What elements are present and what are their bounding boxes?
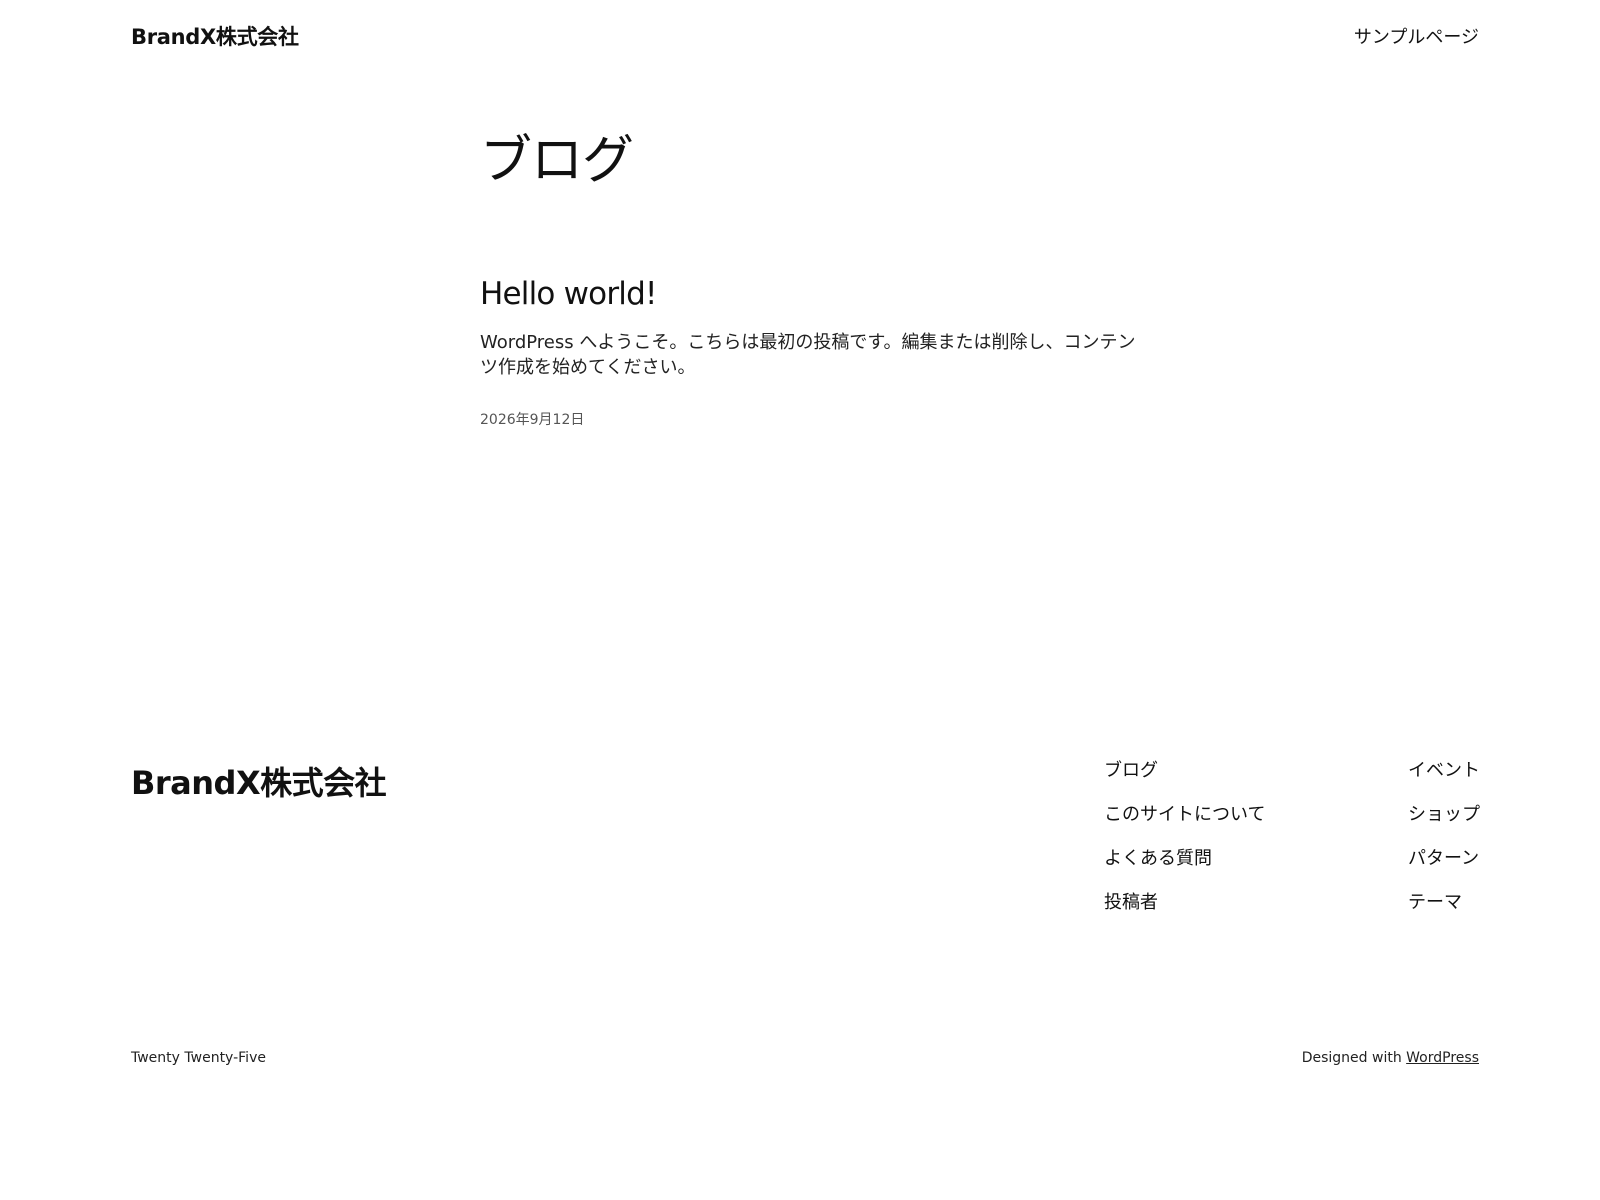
post-date: 2026年9月12日 <box>480 409 1140 429</box>
nav-item-sample-page[interactable]: サンプルページ <box>1354 27 1479 48</box>
footer-site-title-link[interactable]: BrandX株式会社 <box>131 758 387 804</box>
footer-link-themes[interactable]: テーマ <box>1408 892 1462 914</box>
footer-link-about[interactable]: このサイトについて <box>1104 804 1265 826</box>
footer-nav-column-2: イベント ショップ パターン テーマ <box>1408 760 1480 936</box>
footer-credit: Designed with WordPress <box>1302 1050 1479 1066</box>
credit-prefix: Designed with <box>1301 1050 1407 1066</box>
header-nav: サンプルページ <box>1354 23 1479 49</box>
footer-link-shop[interactable]: ショップ <box>1408 804 1480 826</box>
site-title-link[interactable]: BrandX株式会社 <box>131 21 299 51</box>
page-title: ブログ <box>480 131 634 191</box>
footer-bottom: Twenty Twenty-Five Designed with WordPre… <box>131 1050 1479 1066</box>
footer-link-authors[interactable]: 投稿者 <box>1104 892 1265 914</box>
footer-link-faq[interactable]: よくある質問 <box>1104 848 1265 870</box>
footer-nav: ブログ このサイトについて よくある質問 投稿者 イベント ショップ パターン … <box>1104 760 1480 936</box>
footer-nav-column-1: ブログ このサイトについて よくある質問 投稿者 <box>1104 760 1265 936</box>
page: BrandX株式会社 サンプルページ ブログ Hello world! Word… <box>0 0 1600 1200</box>
wordpress-credit-link[interactable]: WordPress <box>1406 1050 1479 1066</box>
footer-link-events[interactable]: イベント <box>1408 760 1480 782</box>
footer-link-blog[interactable]: ブログ <box>1104 760 1265 782</box>
post-excerpt: WordPress へようこそ。こちらは最初の投稿です。編集または削除し、コンテ… <box>480 331 1136 379</box>
main-content: ブログ Hello world! WordPress へようこそ。こちらは最初の… <box>480 130 1140 429</box>
theme-name: Twenty Twenty-Five <box>131 1050 266 1066</box>
post-date-link[interactable]: 2026年9月12日 <box>480 412 584 428</box>
post-title-link[interactable]: Hello world! <box>480 276 657 312</box>
post-item: Hello world! WordPress へようこそ。こちらは最初の投稿です… <box>480 276 1140 428</box>
post-title: Hello world! <box>480 276 1140 313</box>
footer-link-patterns[interactable]: パターン <box>1408 848 1479 870</box>
site-header: BrandX株式会社 サンプルページ <box>131 18 1479 54</box>
